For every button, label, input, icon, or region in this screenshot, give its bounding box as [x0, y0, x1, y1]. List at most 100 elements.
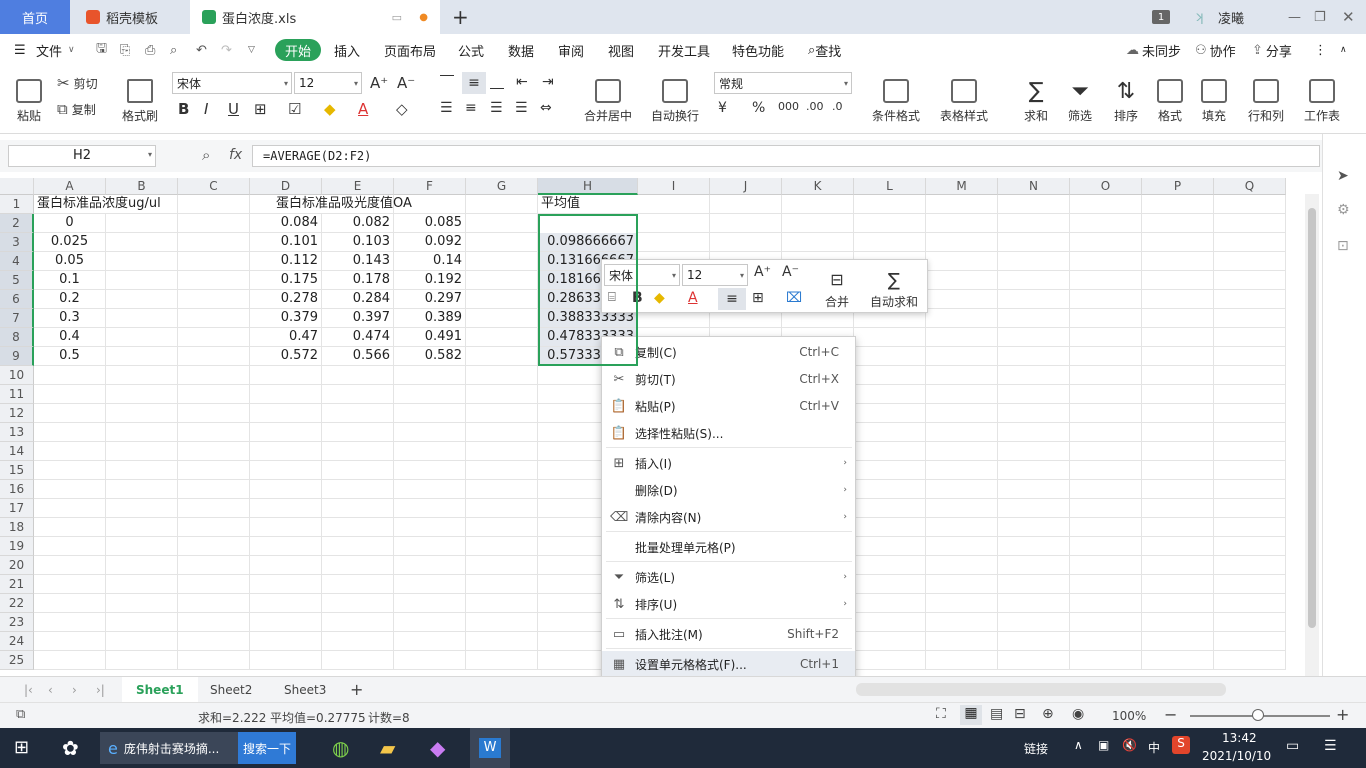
- cell-q12[interactable]: [1214, 404, 1286, 423]
- cell-f21[interactable]: [394, 575, 466, 594]
- cell-p25[interactable]: [1142, 651, 1214, 670]
- cell-o20[interactable]: [1070, 556, 1142, 575]
- share-button[interactable]: ⇪ 分享: [1252, 34, 1292, 66]
- bold-icon[interactable]: B: [178, 100, 189, 118]
- cell-b12[interactable]: [106, 404, 178, 423]
- fx-icon[interactable]: fx: [229, 147, 242, 163]
- cell-l15[interactable]: [854, 461, 926, 480]
- cell-c16[interactable]: [178, 480, 250, 499]
- cell-m1[interactable]: [926, 195, 998, 214]
- row-header-24[interactable]: 24: [0, 632, 34, 651]
- cell-m3[interactable]: [926, 233, 998, 252]
- page-layout-icon[interactable]: ▤: [990, 706, 1003, 722]
- minimize-icon[interactable]: —: [1288, 0, 1301, 34]
- cell-q8[interactable]: [1214, 328, 1286, 347]
- zoom-slider-thumb[interactable]: [1252, 709, 1264, 721]
- column-header-o[interactable]: O: [1070, 178, 1142, 195]
- panel-icon[interactable]: ⊡: [1337, 238, 1349, 254]
- row-header-6[interactable]: 6: [0, 290, 34, 309]
- cell-f9[interactable]: 0.582: [394, 347, 466, 366]
- cell-m15[interactable]: [926, 461, 998, 480]
- cell-b24[interactable]: [106, 632, 178, 651]
- app-360-icon[interactable]: ◍: [332, 736, 349, 760]
- cell-g14[interactable]: [466, 442, 538, 461]
- cell-e19[interactable]: [322, 537, 394, 556]
- cell-b25[interactable]: [106, 651, 178, 670]
- cell-l12[interactable]: [854, 404, 926, 423]
- cell-q19[interactable]: [1214, 537, 1286, 556]
- eraser-icon[interactable]: ◇: [396, 100, 408, 118]
- cell-g19[interactable]: [466, 537, 538, 556]
- eye-protect-icon[interactable]: ◉: [1072, 706, 1084, 722]
- fill-button[interactable]: 填充: [1196, 72, 1232, 124]
- cell-q4[interactable]: [1214, 252, 1286, 271]
- cell-l18[interactable]: [854, 518, 926, 537]
- context-item-3[interactable]: 📋 选择性粘贴(S)...: [602, 420, 855, 446]
- cell-g9[interactable]: [466, 347, 538, 366]
- cell-p14[interactable]: [1142, 442, 1214, 461]
- cell-a8[interactable]: 0.4: [34, 328, 106, 347]
- cell-o5[interactable]: [1070, 271, 1142, 290]
- column-header-n[interactable]: N: [998, 178, 1070, 195]
- increase-font-icon[interactable]: A⁺: [370, 74, 388, 92]
- column-header-q[interactable]: Q: [1214, 178, 1286, 195]
- cell-l9[interactable]: [854, 347, 926, 366]
- cell-q13[interactable]: [1214, 423, 1286, 442]
- cell-j3[interactable]: [710, 233, 782, 252]
- row-header-19[interactable]: 19: [0, 537, 34, 556]
- cell-d13[interactable]: [250, 423, 322, 442]
- zoom-level[interactable]: 100%: [1112, 709, 1146, 723]
- cell-p12[interactable]: [1142, 404, 1214, 423]
- cell-b2[interactable]: [106, 214, 178, 233]
- cell-g3[interactable]: [466, 233, 538, 252]
- cell-l16[interactable]: [854, 480, 926, 499]
- cell-g8[interactable]: [466, 328, 538, 347]
- cell-d1[interactable]: 蛋白标准品吸光度值OA: [250, 195, 412, 214]
- sort-button[interactable]: ⇅ 排序: [1108, 72, 1144, 124]
- cell-l11[interactable]: [854, 385, 926, 404]
- cell-q15[interactable]: [1214, 461, 1286, 480]
- cell-m20[interactable]: [926, 556, 998, 575]
- cell-c21[interactable]: [178, 575, 250, 594]
- cell-e16[interactable]: [322, 480, 394, 499]
- cell-f2[interactable]: 0.085: [394, 214, 466, 233]
- cell-n16[interactable]: [998, 480, 1070, 499]
- cell-b14[interactable]: [106, 442, 178, 461]
- fullscreen-icon[interactable]: ⛶: [936, 706, 946, 722]
- cell-m22[interactable]: [926, 594, 998, 613]
- cell-o24[interactable]: [1070, 632, 1142, 651]
- sheet-tab-2[interactable]: Sheet2: [196, 677, 266, 703]
- close-icon[interactable]: ✕: [1342, 0, 1355, 34]
- font-color-icon[interactable]: A: [358, 100, 368, 118]
- cell-a23[interactable]: [34, 613, 106, 632]
- scroll-thumb[interactable]: [1308, 208, 1316, 628]
- cell-n10[interactable]: [998, 366, 1070, 385]
- row-header-25[interactable]: 25: [0, 651, 34, 670]
- cell-a3[interactable]: 0.025: [34, 233, 106, 252]
- distribute-icon[interactable]: ⇔: [540, 100, 552, 116]
- context-item-2[interactable]: 📋 粘贴(P) Ctrl+V: [602, 393, 855, 419]
- row-header-1[interactable]: 1: [0, 195, 34, 214]
- cell-o18[interactable]: [1070, 518, 1142, 537]
- cell-n18[interactable]: [998, 518, 1070, 537]
- paste-button[interactable]: 粘贴: [12, 72, 46, 124]
- cell-o7[interactable]: [1070, 309, 1142, 328]
- cell-p7[interactable]: [1142, 309, 1214, 328]
- menu-tab-review[interactable]: 审阅: [558, 34, 584, 66]
- user-name[interactable]: 凌曦: [1218, 0, 1244, 34]
- cell-a5[interactable]: 0.1: [34, 271, 106, 290]
- hamburger-icon[interactable]: ☰: [14, 34, 26, 66]
- save-icon[interactable]: 🖫: [96, 34, 107, 66]
- cell-b8[interactable]: [106, 328, 178, 347]
- decrease-decimal-icon[interactable]: .0: [832, 100, 843, 113]
- cell-q16[interactable]: [1214, 480, 1286, 499]
- context-item-0[interactable]: ⧉ 复制(C) Ctrl+C: [602, 339, 855, 365]
- cell-g2[interactable]: [466, 214, 538, 233]
- search-button[interactable]: ⌕ 查找: [808, 34, 841, 66]
- cell-d17[interactable]: [250, 499, 322, 518]
- column-header-a[interactable]: A: [34, 178, 106, 195]
- cell-c22[interactable]: [178, 594, 250, 613]
- volume-icon[interactable]: 🔇: [1122, 738, 1137, 752]
- cell-c25[interactable]: [178, 651, 250, 670]
- cell-a16[interactable]: [34, 480, 106, 499]
